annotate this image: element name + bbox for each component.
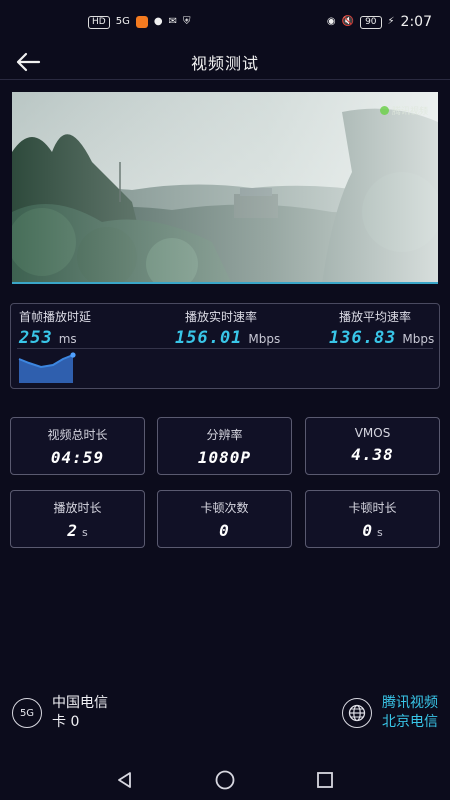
- stat-stall-duration: 卡顿时长 0 s: [305, 490, 440, 548]
- stat-total-duration-label: 视频总时长: [47, 428, 108, 442]
- average-speed-value: 136.83: [329, 328, 397, 348]
- stat-resolution-value: 1080P: [197, 448, 252, 467]
- tencent-video-logo-icon: [379, 106, 389, 115]
- network-info: 5G 中国电信 卡 0: [12, 694, 108, 732]
- status-time: 2:07: [400, 14, 432, 30]
- stat-play-duration-value: 2: [67, 521, 78, 540]
- stat-vmos-value: 4.38: [351, 445, 394, 464]
- app-header: 视频测试: [0, 44, 450, 80]
- back-button[interactable]: [12, 46, 44, 78]
- app-notification-icon: [135, 16, 148, 28]
- system-nav-bar: [0, 760, 450, 800]
- arrow-left-icon: [16, 52, 41, 72]
- realtime-speed-label: 播放实时速率: [185, 310, 258, 324]
- nav-home-button[interactable]: [214, 769, 236, 791]
- status-icons-right: ◉ 🔇 90 ⚡ 2:07: [327, 14, 432, 30]
- speed-divider: [17, 348, 433, 349]
- mute-bell-icon: 🔇: [341, 16, 355, 27]
- network-type: 5G: [115, 16, 130, 27]
- status-icons-left: HD 5G ● ✉ ⛨: [88, 15, 191, 29]
- stat-stall-duration-value: 0: [362, 521, 373, 540]
- mail-icon: ✉: [168, 16, 177, 27]
- stat-stall-duration-unit: s: [376, 526, 383, 539]
- nav-recents-button[interactable]: [314, 769, 336, 791]
- stat-play-duration: 播放时长 2 s: [10, 490, 145, 548]
- chat-bubble-icon: ●: [153, 16, 163, 27]
- square-recents-icon: [317, 772, 333, 788]
- stat-play-duration-label: 播放时长: [53, 501, 102, 515]
- sim-slot: 卡 0: [52, 714, 80, 730]
- stat-stall-count: 卡顿次数 0: [157, 490, 292, 548]
- stat-vmos-label: VMOS: [354, 426, 391, 440]
- average-speed: 播放平均速率 136.83 Mbps: [329, 308, 434, 348]
- battery-indicator: 90: [360, 15, 382, 29]
- first-frame-delay-value: 253: [19, 328, 53, 348]
- stat-stall-count-label: 卡顿次数: [200, 501, 249, 515]
- first-frame-delay: 首帧播放时延 253 ms: [19, 308, 91, 348]
- realtime-speed-value: 156.01: [175, 328, 243, 348]
- realtime-speed-unit: Mbps: [248, 332, 281, 346]
- location-icon: ◉: [326, 16, 336, 27]
- video-frame-image: [12, 92, 438, 282]
- hd-indicator: HD: [88, 15, 110, 29]
- status-bar: HD 5G ● ✉ ⛨ ◉ 🔇 90 ⚡ 2:07: [0, 0, 450, 44]
- triangle-back-icon: [118, 772, 131, 788]
- stat-resolution-label: 分辨率: [206, 428, 243, 442]
- stat-total-duration: 视频总时长 04:59: [10, 417, 145, 475]
- stat-play-duration-unit: s: [81, 526, 88, 539]
- circle-home-icon: [215, 770, 235, 790]
- source-info: 腾讯视频 北京电信: [342, 694, 438, 732]
- globe-icon: [342, 698, 372, 728]
- nav-back-button[interactable]: [114, 769, 136, 791]
- stat-stall-duration-label: 卡顿时长: [348, 501, 397, 515]
- watermark-text: 腾讯视频: [391, 107, 428, 117]
- stat-resolution: 分辨率 1080P: [157, 417, 292, 475]
- realtime-speed: 播放实时速率 156.01 Mbps: [175, 308, 280, 348]
- stat-stall-count-value: 0: [219, 521, 230, 540]
- source-location: 北京电信: [382, 714, 438, 730]
- video-player[interactable]: 腾讯视频: [12, 92, 438, 284]
- first-frame-delay-unit: ms: [58, 332, 77, 346]
- page-title: 视频测试: [190, 53, 259, 73]
- stat-vmos: VMOS 4.38: [305, 417, 440, 475]
- average-speed-label: 播放平均速率: [339, 310, 412, 324]
- shield-icon: ⛨: [182, 16, 191, 27]
- video-watermark: 腾讯视频: [379, 104, 428, 117]
- average-speed-unit: Mbps: [402, 332, 435, 346]
- speed-sparkline: [18, 352, 76, 383]
- carrier-name: 中国电信: [52, 695, 108, 711]
- stat-total-duration-value: 04:59: [50, 448, 105, 467]
- charging-icon: ⚡: [387, 16, 395, 27]
- source-platform: 腾讯视频: [382, 695, 438, 711]
- speed-panel: 首帧播放时延 253 ms 播放实时速率 156.01 Mbps 播放平均速率 …: [10, 303, 440, 389]
- first-frame-delay-label: 首帧播放时延: [19, 310, 92, 324]
- network-5g-icon: 5G: [12, 698, 42, 728]
